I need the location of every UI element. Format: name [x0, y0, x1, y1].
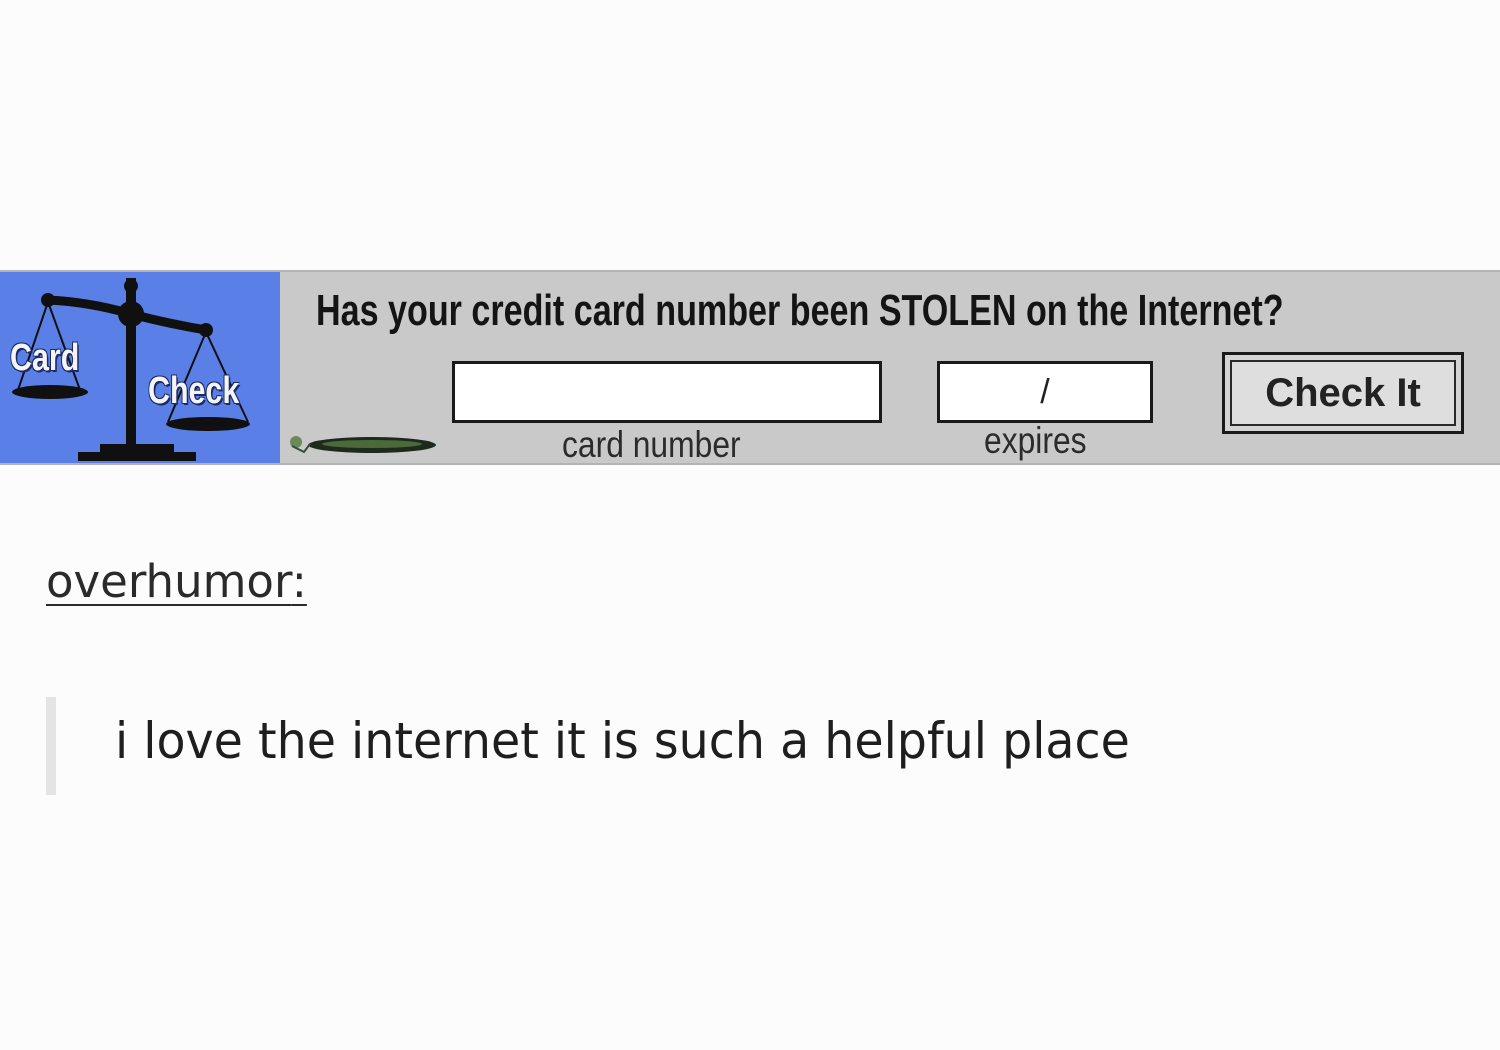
blockquote-bar: [46, 697, 56, 795]
expires-input[interactable]: /: [937, 361, 1153, 423]
post-username-text[interactable]: overhumor: [46, 555, 292, 608]
card-number-input[interactable]: [452, 361, 882, 423]
logo-word-card: Card: [10, 337, 80, 379]
sponsor-badge-icon: [290, 436, 436, 454]
post-username[interactable]: overhumor:: [46, 555, 307, 608]
post-quote-text: i love the internet it is such a helpful…: [115, 712, 1130, 770]
check-it-button-label: Check It: [1230, 360, 1456, 426]
card-number-label: card number: [562, 424, 741, 465]
logo-word-check: Check: [148, 370, 240, 412]
post-username-colon: :: [291, 555, 307, 608]
banner-headline: Has your credit card number been STOLEN …: [316, 286, 1284, 335]
expires-label: expires: [984, 420, 1087, 461]
card-check-banner: Card Check Has your credit card number b…: [0, 270, 1500, 465]
check-it-button[interactable]: Check It: [1222, 352, 1464, 434]
card-check-logo: Card Check: [0, 272, 280, 463]
